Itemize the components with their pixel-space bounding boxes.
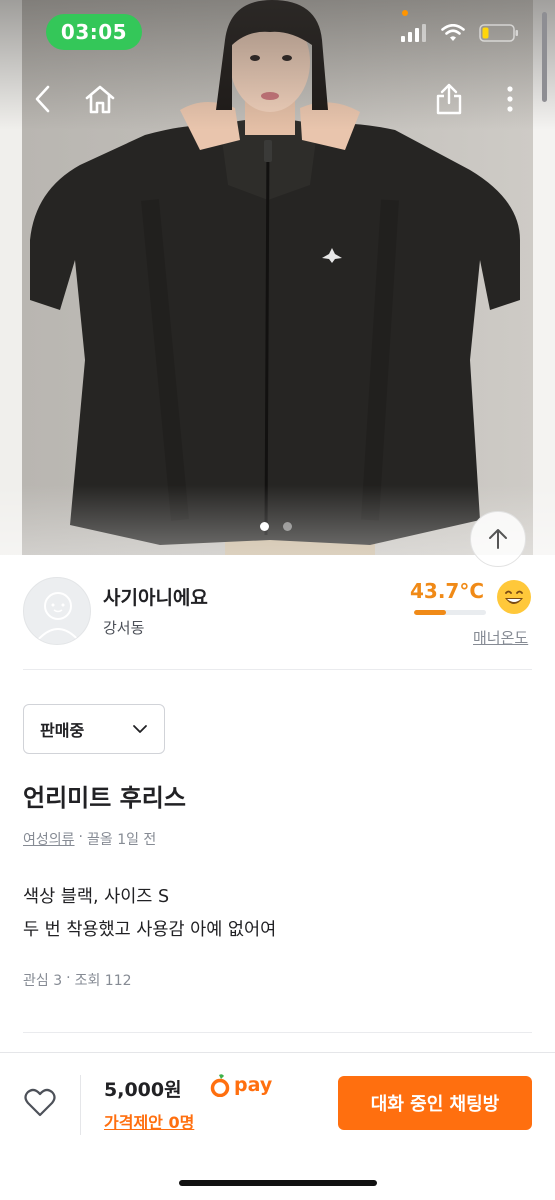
wifi-icon (441, 24, 465, 41)
divider (23, 1032, 532, 1033)
share-button[interactable] (433, 82, 465, 116)
listing-title: 언리미트 후리스 (23, 784, 186, 812)
chat-room-button[interactable]: 대화 중인 채팅방 (338, 1076, 532, 1130)
listing-meta: 여성의류 · 끌올 1일 전 (23, 829, 156, 849)
heart-icon[interactable] (24, 1088, 56, 1118)
temperature-bar-fill (414, 610, 446, 615)
image-pagination (260, 522, 292, 531)
chevron-left-icon (35, 85, 50, 113)
bottom-action-bar: 5,000원 pay 가격제안 0명 대화 중인 채팅방 (0, 1052, 555, 1200)
status-icons (401, 24, 519, 42)
seller-profile[interactable]: 사기아니에요 강서동 43.7°C 매너온도 (0, 555, 555, 670)
listing-stats: 관심 3 · 조회 112 (23, 970, 132, 990)
share-icon (436, 83, 462, 115)
home-icon (85, 85, 115, 114)
default-avatar-icon (35, 592, 81, 643)
meta-separator: · (78, 829, 83, 845)
price: 5,000원 (104, 1079, 182, 1101)
avatar[interactable] (23, 577, 91, 645)
carrot-pay-logo-icon (210, 1074, 230, 1097)
description-line: 두 번 착용했고 사용감 아예 없어여 (23, 920, 277, 940)
manner-temperature-link[interactable]: 매너온도 (473, 627, 528, 648)
home-button[interactable] (82, 82, 118, 116)
seller-name[interactable]: 사기아니에요 (103, 583, 208, 610)
scrollbar[interactable] (542, 12, 547, 102)
interest-count: 관심 3 (23, 973, 63, 989)
view-count: 조회 112 (74, 973, 132, 989)
sale-status-value: 판매중 (40, 721, 85, 740)
divider-vertical (80, 1075, 81, 1135)
category-link[interactable]: 여성의류 (23, 829, 75, 849)
pagination-dot[interactable] (283, 522, 292, 531)
battery-icon (479, 24, 518, 42)
smile-emoji-icon (497, 580, 531, 614)
arrow-up-icon (489, 529, 507, 549)
pay-label: pay (234, 1074, 273, 1096)
description-line: 색상 블랙, 사이즈 S (23, 887, 170, 907)
status-time: 03:05 (46, 14, 142, 50)
manner-temperature: 43.7°C (410, 579, 485, 603)
meta-separator: · (66, 970, 71, 986)
more-vertical-icon (507, 86, 513, 112)
temperature-bar (414, 610, 486, 615)
back-button[interactable] (26, 82, 58, 116)
more-button[interactable] (500, 82, 520, 116)
privacy-indicator-dot (402, 10, 408, 16)
chevron-down-icon (133, 725, 147, 733)
listing-description: 색상 블랙, 사이즈 S 두 번 착용했고 사용감 아예 없어여 (23, 881, 276, 947)
divider (23, 669, 532, 670)
pagination-dot[interactable] (260, 522, 269, 531)
pay-badge: pay (210, 1073, 272, 1097)
sale-status-dropdown[interactable]: 판매중 (23, 704, 165, 754)
seller-location: 강서동 (103, 619, 145, 637)
price-offer-link[interactable]: 가격제안 0명 (104, 1109, 194, 1133)
signal-icon (401, 24, 426, 42)
posted-time: 끌올 1일 전 (86, 832, 157, 848)
home-indicator[interactable] (179, 1180, 377, 1186)
